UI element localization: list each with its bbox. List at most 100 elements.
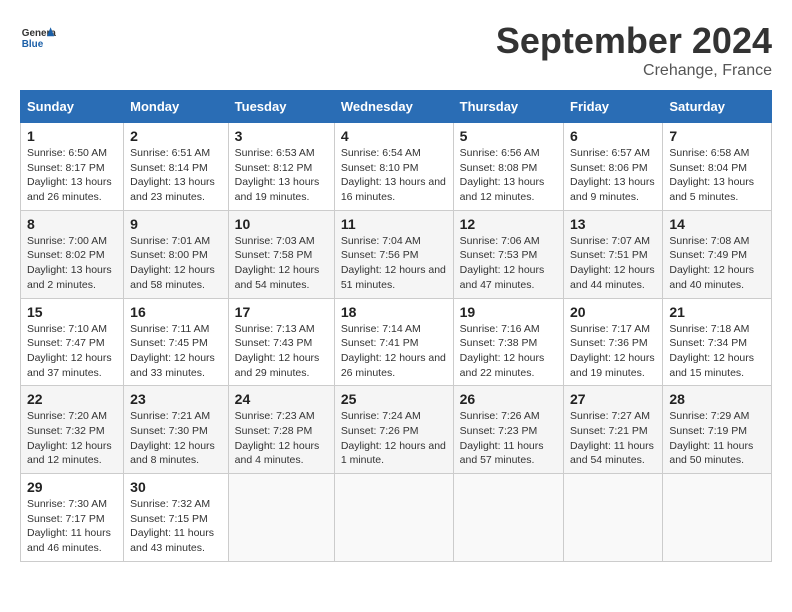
sunrise-info: Sunrise: 6:51 AM: [130, 147, 210, 159]
sunset-info: Sunset: 7:56 PM: [341, 249, 419, 261]
calendar-cell: 18 Sunrise: 7:14 AM Sunset: 7:41 PM Dayl…: [334, 298, 453, 386]
daylight-info: Daylight: 13 hours and 5 minutes.: [669, 176, 754, 203]
title-area: September 2024 Crehange, France: [496, 20, 772, 80]
day-number: 17: [235, 304, 328, 320]
daylight-info: Daylight: 12 hours and 44 minutes.: [570, 264, 655, 291]
sunrise-info: Sunrise: 7:01 AM: [130, 235, 210, 247]
daylight-info: Daylight: 12 hours and 12 minutes.: [27, 440, 112, 467]
col-monday: Monday: [124, 91, 229, 123]
day-number: 14: [669, 216, 765, 232]
calendar-week-row: 29 Sunrise: 7:30 AM Sunset: 7:17 PM Dayl…: [21, 474, 772, 562]
daylight-info: Daylight: 12 hours and 15 minutes.: [669, 352, 754, 379]
calendar-cell: 25 Sunrise: 7:24 AM Sunset: 7:26 PM Dayl…: [334, 386, 453, 474]
sunset-info: Sunset: 7:38 PM: [460, 337, 538, 349]
calendar-week-row: 15 Sunrise: 7:10 AM Sunset: 7:47 PM Dayl…: [21, 298, 772, 386]
daylight-info: Daylight: 13 hours and 9 minutes.: [570, 176, 655, 203]
calendar-cell: 6 Sunrise: 6:57 AM Sunset: 8:06 PM Dayli…: [564, 123, 663, 211]
daylight-info: Daylight: 13 hours and 16 minutes.: [341, 176, 446, 203]
daylight-info: Daylight: 12 hours and 4 minutes.: [235, 440, 320, 467]
daylight-info: Daylight: 12 hours and 37 minutes.: [27, 352, 112, 379]
calendar-week-row: 22 Sunrise: 7:20 AM Sunset: 7:32 PM Dayl…: [21, 386, 772, 474]
daylight-info: Daylight: 12 hours and 26 minutes.: [341, 352, 446, 379]
daylight-info: Daylight: 13 hours and 12 minutes.: [460, 176, 545, 203]
sunset-info: Sunset: 8:12 PM: [235, 162, 313, 174]
month-title: September 2024: [496, 20, 772, 62]
day-number: 15: [27, 304, 117, 320]
sunrise-info: Sunrise: 7:06 AM: [460, 235, 540, 247]
calendar-cell: [228, 474, 334, 562]
sunset-info: Sunset: 8:06 PM: [570, 162, 648, 174]
calendar-cell: 1 Sunrise: 6:50 AM Sunset: 8:17 PM Dayli…: [21, 123, 124, 211]
sunset-info: Sunset: 8:02 PM: [27, 249, 105, 261]
day-number: 11: [341, 216, 447, 232]
day-number: 12: [460, 216, 557, 232]
sunrise-info: Sunrise: 7:13 AM: [235, 323, 315, 335]
calendar-cell: 16 Sunrise: 7:11 AM Sunset: 7:45 PM Dayl…: [124, 298, 229, 386]
header: General Blue September 2024 Crehange, Fr…: [20, 20, 772, 80]
day-number: 28: [669, 391, 765, 407]
logo-icon: General Blue: [20, 20, 56, 56]
sunrise-info: Sunrise: 7:21 AM: [130, 410, 210, 422]
sunset-info: Sunset: 7:19 PM: [669, 425, 747, 437]
sunrise-info: Sunrise: 7:16 AM: [460, 323, 540, 335]
svg-text:Blue: Blue: [22, 39, 44, 50]
sunset-info: Sunset: 7:15 PM: [130, 513, 208, 525]
daylight-info: Daylight: 12 hours and 47 minutes.: [460, 264, 545, 291]
col-saturday: Saturday: [663, 91, 772, 123]
daylight-info: Daylight: 13 hours and 19 minutes.: [235, 176, 320, 203]
col-thursday: Thursday: [453, 91, 563, 123]
calendar-cell: 27 Sunrise: 7:27 AM Sunset: 7:21 PM Dayl…: [564, 386, 663, 474]
day-number: 24: [235, 391, 328, 407]
sunrise-info: Sunrise: 6:58 AM: [669, 147, 749, 159]
day-number: 13: [570, 216, 656, 232]
daylight-info: Daylight: 11 hours and 54 minutes.: [570, 440, 654, 467]
daylight-info: Daylight: 12 hours and 19 minutes.: [570, 352, 655, 379]
sunset-info: Sunset: 7:28 PM: [235, 425, 313, 437]
calendar-cell: 17 Sunrise: 7:13 AM Sunset: 7:43 PM Dayl…: [228, 298, 334, 386]
sunrise-info: Sunrise: 7:08 AM: [669, 235, 749, 247]
daylight-info: Daylight: 12 hours and 54 minutes.: [235, 264, 320, 291]
calendar-cell: 14 Sunrise: 7:08 AM Sunset: 7:49 PM Dayl…: [663, 210, 772, 298]
day-number: 4: [341, 128, 447, 144]
day-number: 18: [341, 304, 447, 320]
day-number: 2: [130, 128, 222, 144]
calendar-cell: 13 Sunrise: 7:07 AM Sunset: 7:51 PM Dayl…: [564, 210, 663, 298]
location-title: Crehange, France: [496, 62, 772, 80]
sunrise-info: Sunrise: 6:57 AM: [570, 147, 650, 159]
col-friday: Friday: [564, 91, 663, 123]
calendar-cell: [564, 474, 663, 562]
sunrise-info: Sunrise: 7:30 AM: [27, 498, 107, 510]
daylight-info: Daylight: 12 hours and 1 minute.: [341, 440, 446, 467]
sunrise-info: Sunrise: 7:20 AM: [27, 410, 107, 422]
sunrise-info: Sunrise: 6:50 AM: [27, 147, 107, 159]
sunrise-info: Sunrise: 7:11 AM: [130, 323, 209, 335]
sunset-info: Sunset: 8:04 PM: [669, 162, 747, 174]
day-number: 26: [460, 391, 557, 407]
sunrise-info: Sunrise: 7:10 AM: [27, 323, 107, 335]
daylight-info: Daylight: 11 hours and 46 minutes.: [27, 527, 111, 554]
sunrise-info: Sunrise: 7:14 AM: [341, 323, 421, 335]
calendar-cell: 9 Sunrise: 7:01 AM Sunset: 8:00 PM Dayli…: [124, 210, 229, 298]
calendar-cell: 30 Sunrise: 7:32 AM Sunset: 7:15 PM Dayl…: [124, 474, 229, 562]
sunset-info: Sunset: 8:17 PM: [27, 162, 105, 174]
calendar-cell: [453, 474, 563, 562]
sunset-info: Sunset: 7:36 PM: [570, 337, 648, 349]
sunset-info: Sunset: 8:10 PM: [341, 162, 419, 174]
sunset-info: Sunset: 7:43 PM: [235, 337, 313, 349]
col-sunday: Sunday: [21, 91, 124, 123]
day-number: 6: [570, 128, 656, 144]
calendar-cell: 20 Sunrise: 7:17 AM Sunset: 7:36 PM Dayl…: [564, 298, 663, 386]
calendar-cell: 21 Sunrise: 7:18 AM Sunset: 7:34 PM Dayl…: [663, 298, 772, 386]
day-number: 21: [669, 304, 765, 320]
calendar-cell: 28 Sunrise: 7:29 AM Sunset: 7:19 PM Dayl…: [663, 386, 772, 474]
day-number: 3: [235, 128, 328, 144]
daylight-info: Daylight: 13 hours and 2 minutes.: [27, 264, 112, 291]
calendar-week-row: 8 Sunrise: 7:00 AM Sunset: 8:02 PM Dayli…: [21, 210, 772, 298]
day-number: 27: [570, 391, 656, 407]
calendar-cell: 10 Sunrise: 7:03 AM Sunset: 7:58 PM Dayl…: [228, 210, 334, 298]
daylight-info: Daylight: 11 hours and 57 minutes.: [460, 440, 544, 467]
sunset-info: Sunset: 7:32 PM: [27, 425, 105, 437]
day-number: 30: [130, 479, 222, 495]
logo: General Blue: [20, 20, 56, 56]
daylight-info: Daylight: 12 hours and 40 minutes.: [669, 264, 754, 291]
